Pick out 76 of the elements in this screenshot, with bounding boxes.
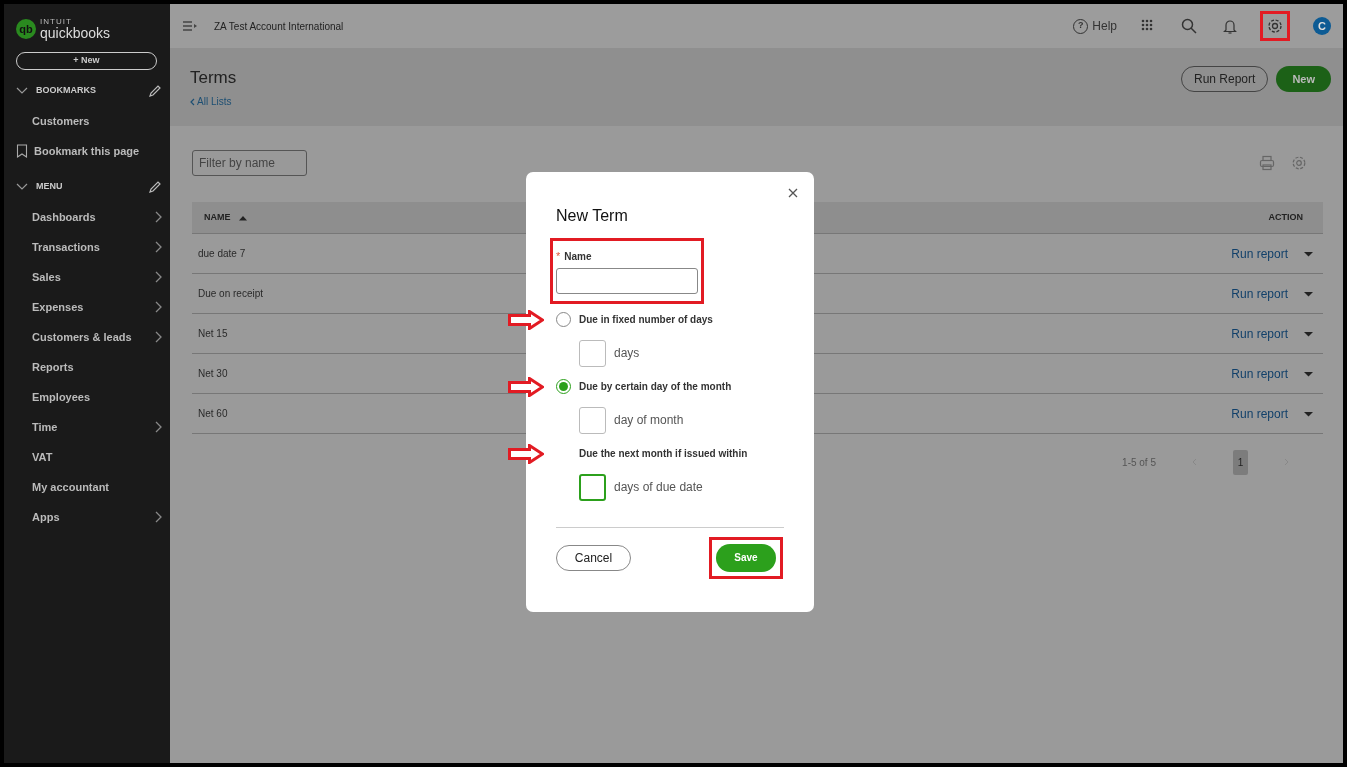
menu-item[interactable]: Customers & leads <box>32 328 154 346</box>
menu-icon[interactable] <box>182 20 198 32</box>
chevron-icon[interactable] <box>154 240 162 254</box>
name-field[interactable] <box>556 267 698 294</box>
pencil-icon[interactable] <box>148 180 162 194</box>
page-title: Terms <box>190 68 237 89</box>
chevron-icon[interactable] <box>154 330 162 344</box>
pagination-range: 1-5 of 5 <box>1122 455 1156 470</box>
chevron-icon[interactable] <box>154 210 162 224</box>
page-number[interactable]: 1 <box>1233 449 1248 475</box>
menu-item[interactable]: Dashboards <box>32 208 154 226</box>
column-header: ACTION <box>1268 210 1303 224</box>
caret-icon[interactable] <box>1304 410 1313 417</box>
chevron-icon[interactable] <box>154 270 162 284</box>
search-icon[interactable] <box>1181 18 1197 34</box>
field-suffix: days of due date <box>614 479 703 496</box>
menu-item[interactable]: Reports <box>32 358 162 376</box>
table-cell-text: Net 15 <box>198 327 228 341</box>
menu-item[interactable]: VAT <box>32 448 162 466</box>
dialog-title: New Term <box>556 206 629 226</box>
sort-arrow-icon[interactable] <box>238 214 247 221</box>
run-report-link[interactable]: Run report <box>1231 364 1288 383</box>
menu-item[interactable]: Employees <box>32 388 162 406</box>
run-report-link[interactable]: Run report <box>1231 324 1288 343</box>
bell-icon[interactable] <box>1223 18 1237 34</box>
new-button[interactable]: New <box>1276 66 1331 92</box>
column-header[interactable]: NAME <box>204 210 231 225</box>
chevron-icon[interactable] <box>16 86 28 96</box>
table-cell-text: Net 60 <box>198 407 228 421</box>
number-field[interactable] <box>579 339 606 367</box>
menu-item[interactable]: My accountant <box>32 478 162 496</box>
cancel-button[interactable]: Cancel <box>556 544 631 571</box>
number-field[interactable] <box>579 473 606 501</box>
field-label: Name <box>564 249 592 264</box>
menu-item[interactable]: Apps <box>32 508 154 526</box>
menu-item[interactable]: Expenses <box>32 298 154 316</box>
menu-item[interactable]: Transactions <box>32 238 154 256</box>
filter-field[interactable]: Filter by name <box>192 150 307 176</box>
logo-text: quickbooks <box>40 26 111 40</box>
table-cell-text: Due on receipt <box>198 287 264 301</box>
field-suffix: days <box>614 345 640 362</box>
option-label[interactable]: Due by certain day of the month <box>579 379 732 394</box>
help-link[interactable]: Help <box>1092 17 1117 35</box>
menu-item[interactable]: Sales <box>32 268 154 286</box>
section-title[interactable]: BOOKMARKS <box>36 84 148 98</box>
table-cell-text: due date 7 <box>198 247 246 261</box>
section-title[interactable]: MENU <box>36 180 148 194</box>
menu-item[interactable]: Time <box>32 418 154 436</box>
menu-item[interactable]: Bookmark this page <box>34 142 162 160</box>
caret-icon[interactable] <box>1304 330 1313 337</box>
run-report-link[interactable]: Run report <box>1231 404 1288 423</box>
caret-icon[interactable] <box>1304 370 1313 377</box>
option-label: Due the next month if issued within <box>579 447 748 461</box>
bookmark-icon[interactable] <box>16 144 28 158</box>
run-report-link[interactable]: Run report <box>1231 244 1288 263</box>
option-label[interactable]: Due in fixed number of days <box>579 312 713 327</box>
company-name: ZA Test Account International <box>214 19 345 34</box>
avatar[interactable]: C <box>1313 17 1331 35</box>
number-field[interactable] <box>579 406 606 434</box>
field-suffix: day of month <box>614 412 684 429</box>
close-icon[interactable] <box>788 188 798 198</box>
chevron-left-icon <box>190 97 195 106</box>
chevron-icon[interactable] <box>154 300 162 314</box>
chevron-icon[interactable] <box>154 420 162 434</box>
chevron-icon[interactable] <box>154 510 162 524</box>
logo-icon: qb <box>16 19 36 39</box>
logo-text: INTUIT <box>40 18 73 26</box>
pencil-icon[interactable] <box>148 84 162 98</box>
apps-grid-icon[interactable] <box>1141 19 1155 33</box>
chevron-icon[interactable] <box>16 182 28 192</box>
menu-item[interactable]: Customers <box>32 112 162 130</box>
table-cell-text: Net 30 <box>198 367 228 381</box>
caret-icon[interactable] <box>1304 290 1313 297</box>
run-report-link[interactable]: Run report <box>1231 284 1288 303</box>
caret-icon[interactable] <box>1304 250 1313 257</box>
required-asterisk: * <box>556 249 561 264</box>
